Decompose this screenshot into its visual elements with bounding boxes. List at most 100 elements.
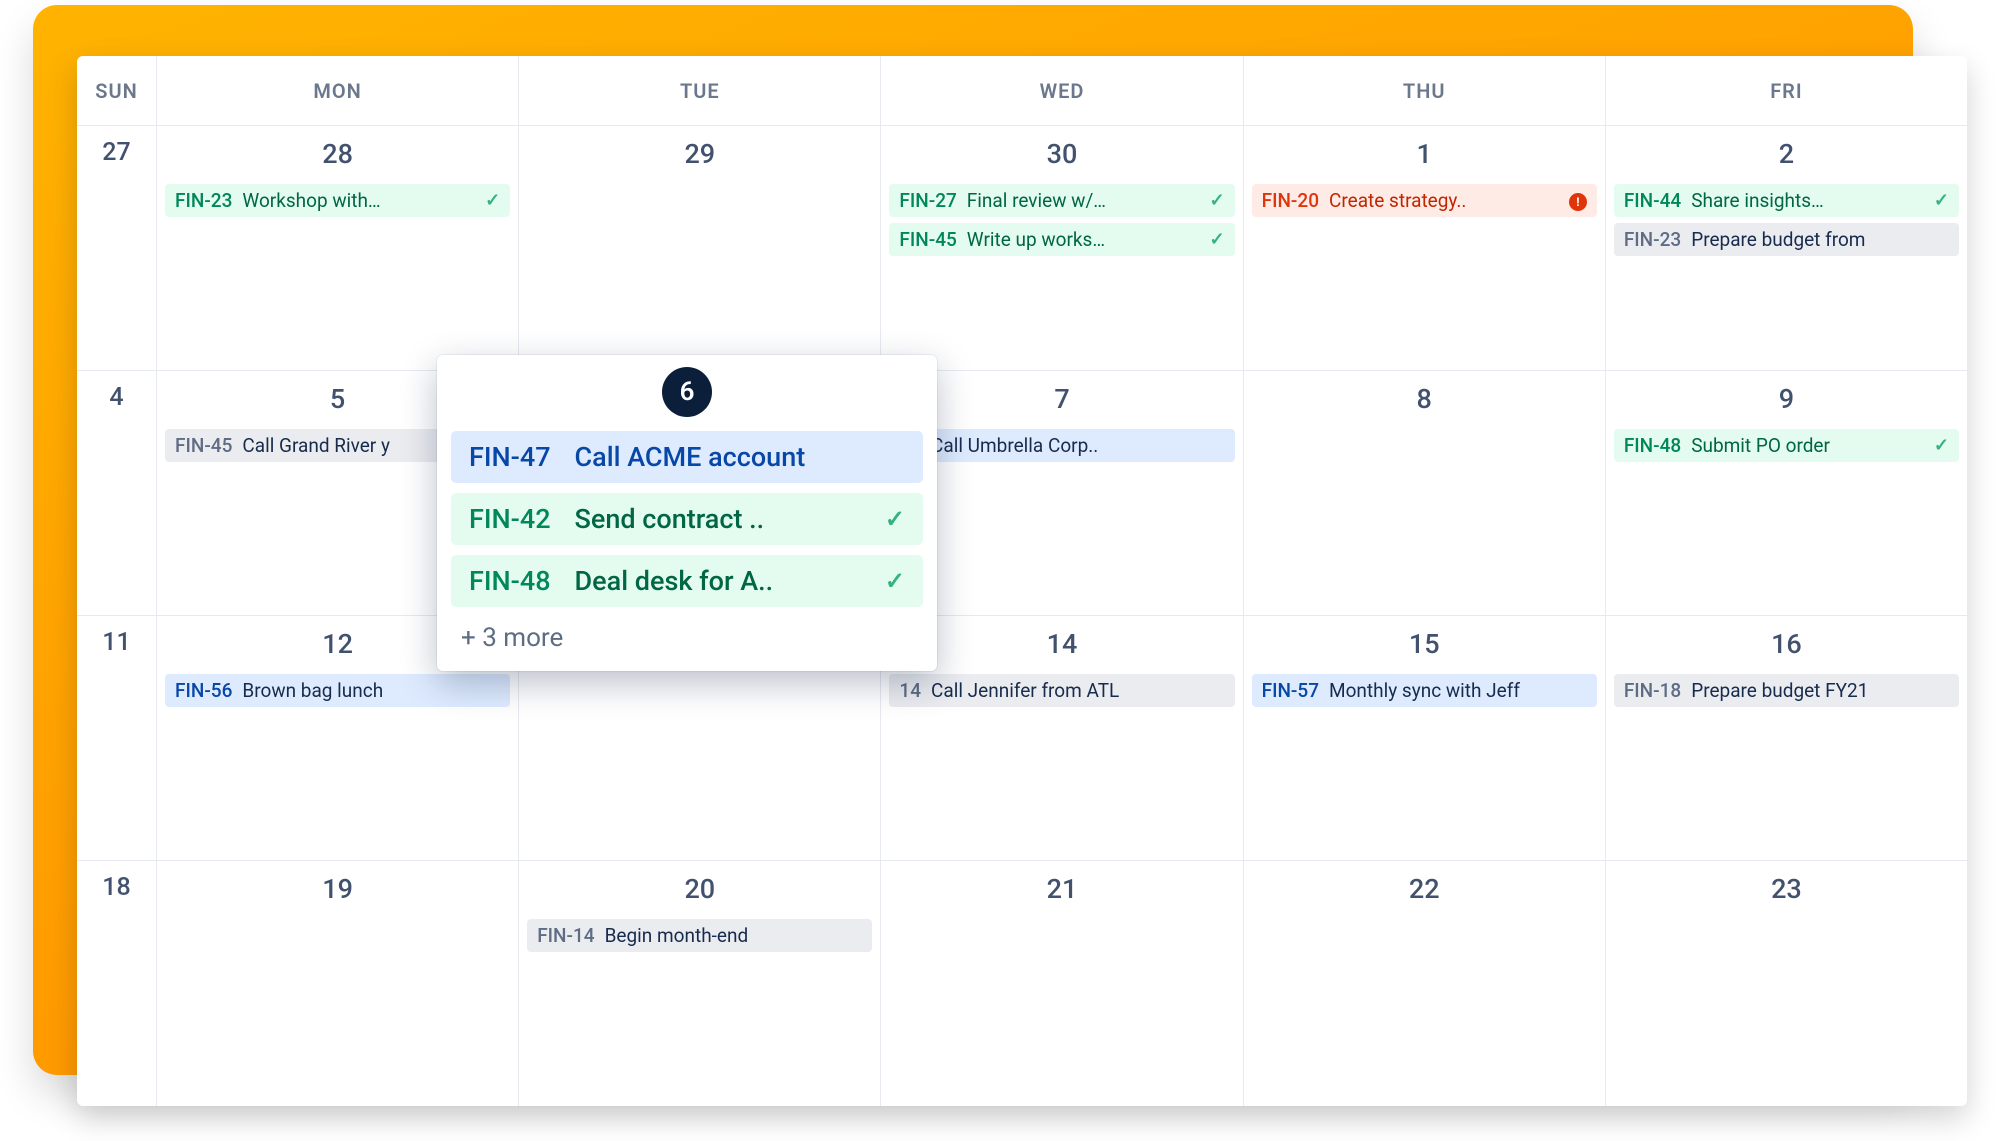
check-icon: ✓ [485,190,500,211]
day-number: 30 [889,138,1234,170]
event-key: FIN-57 [1262,679,1319,702]
day-number: 1 [1252,138,1597,170]
day-cell[interactable]: 27 [77,126,157,370]
day-number: 18 [85,873,148,902]
day-header-sun: SUN [77,56,157,125]
calendar-panel: SUN MON TUE WED THU FRI 2728FIN-23Worksh… [77,56,1967,1106]
day-number: 8 [1252,383,1597,415]
popover-date-badge: 6 [662,367,712,417]
day-cell[interactable]: 29 [519,126,881,370]
popover-event[interactable]: FIN-48Deal desk for A..✓ [451,555,923,607]
day-number: 23 [1614,873,1959,905]
event-label: Monthly sync with Jeff [1329,679,1587,702]
day-cell[interactable]: 15 FIN-57 Monthly sync with Jeff [1244,616,1606,860]
calendar-event[interactable]: FIN-45 Write up works…✓ [889,223,1234,256]
week-row: 18 19 20 FIN-14Begin month-end 21 22 23 [77,861,1967,1106]
event-label: Write up works… [967,228,1210,251]
event-key: FIN-27 [899,189,956,212]
day-number: 7 [889,383,1234,415]
check-icon: ✓ [1934,190,1949,211]
day-cell[interactable]: 23 [1606,861,1967,1106]
calendar-event[interactable]: FIN-27 Final review w/…✓ [889,184,1234,217]
day-cell[interactable]: 18 [77,861,157,1106]
day-cell[interactable]: 8 [1244,371,1606,615]
calendar-event[interactable]: 27Call Umbrella Corp.. [889,429,1234,462]
event-label: Final review w/… [967,189,1210,212]
event-key: FIN-18 [1624,679,1681,702]
calendar-event[interactable]: FIN-56 Brown bag lunch [165,674,510,707]
event-key: FIN-23 [175,189,232,212]
day-number: 4 [85,383,148,412]
day-cell[interactable]: 21 [881,861,1243,1106]
day-cell[interactable]: 28FIN-23Workshop with…✓ [157,126,519,370]
event-key: FIN-47 [469,441,551,473]
event-label: Call ACME account [575,441,905,473]
day-cell[interactable]: 4 [77,371,157,615]
calendar-event[interactable]: FIN-44 Share insights…✓ [1614,184,1959,217]
day-number: 2 [1614,138,1959,170]
event-key: FIN-20 [1262,189,1319,212]
day-number: 27 [85,138,148,167]
day-cell[interactable]: 16 FIN-18 Prepare budget FY21 [1606,616,1967,860]
check-icon: ✓ [1210,190,1225,211]
event-label: Brown bag lunch [242,679,500,702]
event-key: FIN-44 [1624,189,1681,212]
calendar-event[interactable]: 14Call Jennifer from ATL [889,674,1234,707]
event-key: FIN-56 [175,679,232,702]
event-label: Prepare budget from [1691,228,1949,251]
day-number: 11 [85,628,148,657]
day-number: 22 [1252,873,1597,905]
day-cell[interactable]: 22 [1244,861,1606,1106]
popover-events: FIN-47 Call ACME account FIN-42Send contra… [451,431,923,607]
calendar-event[interactable]: FIN-14Begin month-end [527,919,872,952]
day-number: 21 [889,873,1234,905]
calendar-event[interactable]: FIN-23 Workshop with…✓ [165,184,510,217]
event-key: FIN-48 [469,565,551,597]
day-cell[interactable]: 11 [77,616,157,860]
calendar-event[interactable]: FIN-20 Create strategy..! [1252,184,1597,217]
day-number: 19 [165,873,510,905]
day-number: 16 [1614,628,1959,660]
calendar-event[interactable]: FIN-57 Monthly sync with Jeff [1252,674,1597,707]
day-number: 14 [889,628,1234,660]
event-key: FIN-48 [1624,434,1681,457]
day-header-thu: THU [1244,56,1606,125]
event-label: Share insights… [1691,189,1934,212]
calendar-event[interactable]: FIN-48Submit PO order✓ [1614,429,1959,462]
warning-icon: ! [1569,190,1587,211]
day-header-tue: TUE [519,56,881,125]
popover-event[interactable]: FIN-42Send contract ..✓ [451,493,923,545]
day-cell[interactable]: 30 FIN-27 Final review w/…✓ FIN-45 Write up … [881,126,1243,370]
check-icon: ✓ [885,567,905,595]
day-number: 20 [527,873,872,905]
day-cell[interactable]: 9 FIN-48Submit PO order✓ [1606,371,1967,615]
event-key: FIN-45 [899,228,956,251]
event-key: FIN-45 [175,434,232,457]
popover-event[interactable]: FIN-47 Call ACME account [451,431,923,483]
event-key: FIN-14 [537,924,594,947]
event-label: Call Umbrella Corp.. [931,434,1225,457]
day-cell[interactable]: 1 FIN-20 Create strategy..! [1244,126,1606,370]
day-header-fri: FRI [1606,56,1967,125]
day-popover[interactable]: 6 FIN-47 Call ACME account FIN-42Send cont… [437,355,937,671]
day-number: 15 [1252,628,1597,660]
day-number: 9 [1614,383,1959,415]
check-icon: ✓ [1210,229,1225,250]
event-key: FIN-42 [469,503,551,535]
event-label: Workshop with… [242,189,485,212]
calendar-event[interactable]: FIN-23 Prepare budget from [1614,223,1959,256]
day-number: 29 [527,138,872,170]
event-label: Call Jennifer from ATL [931,679,1225,702]
event-label: Create strategy.. [1329,189,1569,212]
check-icon: ✓ [885,505,905,533]
event-label: Prepare budget FY21 [1691,679,1949,702]
day-header-mon: MON [157,56,519,125]
popover-more-link[interactable]: + 3 more [451,617,923,653]
weeks-container: 2728FIN-23Workshop with…✓2930FIN-27Final… [77,126,1967,1106]
day-cell[interactable]: 19 [157,861,519,1106]
event-key: FIN-23 [1624,228,1681,251]
check-icon: ✓ [1934,435,1949,456]
calendar-event[interactable]: FIN-18 Prepare budget FY21 [1614,674,1959,707]
day-cell[interactable]: 2 FIN-44 Share insights…✓ FIN-23 Prepare bud… [1606,126,1967,370]
day-cell[interactable]: 20 FIN-14Begin month-end [519,861,881,1106]
